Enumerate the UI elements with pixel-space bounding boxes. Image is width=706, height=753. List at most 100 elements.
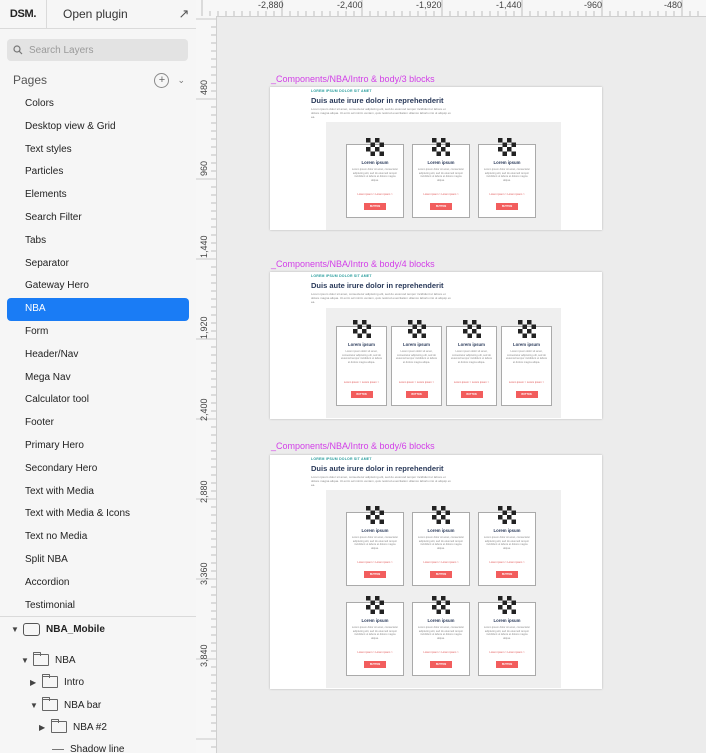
card-button[interactable]: BUTTON	[515, 391, 538, 398]
ruler-ticks	[196, 18, 216, 748]
page-item-particles[interactable]: Particles	[7, 161, 189, 184]
card-links[interactable]: Lorem ipsum > Lorem ipsum >	[413, 651, 469, 654]
page-item-secondary-hero[interactable]: Secondary Hero	[7, 458, 189, 481]
page-item-text-with-media[interactable]: Text with Media	[7, 481, 189, 504]
card-title: Lorem ipsum	[403, 342, 430, 347]
card-links[interactable]: Lorem ipsum > Lorem ipsum >	[479, 561, 535, 564]
card-links[interactable]: Lorem ipsum > Lorem ipsum >	[502, 381, 551, 384]
nba-card[interactable]: Lorem ipsum Lorem ipsum dolor sit amet, c…	[391, 320, 442, 406]
page-item-nba[interactable]: NBA	[7, 298, 189, 321]
layer-intro[interactable]: ▶ Intro	[30, 672, 84, 692]
page-item-mega-nav[interactable]: Mega Nav	[7, 367, 189, 390]
nba-card[interactable]: Lorem ipsum Lorem ipsum dolor sit amet, c…	[478, 138, 536, 218]
placeholder-image-icon	[517, 320, 536, 338]
nba-card[interactable]: Lorem ipsum Lorem ipsum dolor sit amet, c…	[346, 506, 404, 586]
page-list: Colors Desktop view & Grid Text styles Part…	[7, 93, 189, 617]
page-item-search-filter[interactable]: Search Filter	[7, 207, 189, 230]
card-button[interactable]: BUTTON	[364, 661, 386, 668]
card-title: Lorem ipsum	[493, 528, 521, 533]
card-button[interactable]: BUTTON	[430, 661, 452, 668]
search-layers-input[interactable]	[29, 44, 179, 56]
search-layers-box[interactable]	[7, 39, 188, 61]
disclosure-triangle-icon[interactable]: ▼	[30, 701, 42, 710]
external-arrow-icon[interactable]: ↗	[172, 6, 196, 22]
card-button[interactable]: BUTTON	[364, 571, 386, 578]
page-item-footer[interactable]: Footer	[7, 412, 189, 435]
page-item-text-styles[interactable]: Text styles	[7, 139, 189, 162]
page-item-colors[interactable]: Colors	[7, 93, 189, 116]
layer-nba[interactable]: ▼ NBA	[21, 650, 76, 670]
nba-card[interactable]: Lorem ipsum Lorem ipsum dolor sit amet, c…	[478, 506, 536, 586]
card-button[interactable]: BUTTON	[496, 571, 518, 578]
artboard-title[interactable]: _Components/NBA/Intro & body/6 blocks	[271, 441, 435, 451]
artboard[interactable]: LOREM IPSUM DOLOR SIT AMET Duis aute irur…	[270, 87, 602, 230]
artboard-title[interactable]: _Components/NBA/Intro & body/4 blocks	[271, 259, 435, 269]
design-canvas[interactable]: _Components/NBA/Intro & body/3 blocks LOR…	[217, 17, 706, 753]
page-item-text-with-media-icons[interactable]: Text with Media & Icons	[7, 503, 189, 526]
page-item-desktop-view-grid[interactable]: Desktop view & Grid	[7, 116, 189, 139]
artboard-heading: Duis aute irure dolor in reprehenderit	[311, 281, 444, 290]
page-item-header-nav[interactable]: Header/Nav	[7, 344, 189, 367]
card-text: Lorem ipsum dolor sit amet, consectetur …	[483, 536, 531, 550]
page-item-accordion[interactable]: Accordion	[7, 572, 189, 595]
nba-card[interactable]: Lorem ipsum Lorem ipsum dolor sit amet, c…	[412, 596, 470, 676]
page-item-elements[interactable]: Elements	[7, 184, 189, 207]
page-item-testimonial[interactable]: Testimonial	[7, 595, 189, 618]
layer-nba-2[interactable]: ▶ NBA #2	[39, 717, 107, 737]
card-button[interactable]: BUTTON	[350, 391, 373, 398]
card-links[interactable]: Lorem ipsum > Lorem ipsum >	[347, 561, 403, 564]
page-item-split-nba[interactable]: Split NBA	[7, 549, 189, 572]
ruler-label: -960	[584, 0, 603, 10]
card-button[interactable]: BUTTON	[496, 661, 518, 668]
page-item-gateway-hero[interactable]: Gateway Hero	[7, 275, 189, 298]
card-links[interactable]: Lorem ipsum > Lorem ipsum >	[347, 193, 403, 196]
card-links[interactable]: Lorem ipsum > Lorem ipsum >	[413, 561, 469, 564]
card-links[interactable]: Lorem ipsum > Lorem ipsum >	[347, 651, 403, 654]
open-plugin-link[interactable]: Open plugin	[47, 7, 172, 21]
disclosure-triangle-icon[interactable]: ▼	[11, 625, 23, 634]
page-item-separator[interactable]: Separator	[7, 253, 189, 276]
nba-card[interactable]: Lorem ipsum Lorem ipsum dolor sit amet, c…	[336, 320, 387, 406]
nba-card[interactable]: Lorem ipsum Lorem ipsum dolor sit amet, c…	[501, 320, 552, 406]
add-page-icon[interactable]: +	[154, 72, 170, 88]
layer-nba-mobile[interactable]: ▼ NBA_Mobile	[11, 619, 105, 639]
card-button[interactable]: BUTTON	[496, 203, 518, 210]
disclosure-triangle-icon[interactable]: ▶	[30, 678, 42, 687]
ruler-horizontal[interactable]: -2,880 -2,400 -1,920 -1,440 -960 -480	[196, 0, 706, 17]
card-links[interactable]: Lorem ipsum > Lorem ipsum >	[479, 193, 535, 196]
nba-card[interactable]: Lorem ipsum Lorem ipsum dolor sit amet, c…	[346, 138, 404, 218]
nba-card[interactable]: Lorem ipsum Lorem ipsum dolor sit amet, c…	[412, 506, 470, 586]
page-item-text-no-media[interactable]: Text no Media	[7, 526, 189, 549]
card-button[interactable]: BUTTON	[430, 203, 452, 210]
ruler-vertical[interactable]: 480 960 1,440 1,920 2,400 2,880 3,360 3,…	[196, 16, 217, 753]
artboard-title[interactable]: _Components/NBA/Intro & body/3 blocks	[271, 74, 435, 84]
card-links[interactable]: Lorem ipsum > Lorem ipsum >	[447, 381, 496, 384]
disclosure-triangle-icon[interactable]: ▼	[21, 656, 33, 665]
artboard-body-text: Lorem ipsum dolor sit amet, consectetur …	[311, 292, 451, 304]
card-links[interactable]: Lorem ipsum > Lorem ipsum >	[337, 381, 386, 384]
artboard[interactable]: LOREM IPSUM DOLOR SIT AMET Duis aute irur…	[270, 272, 602, 419]
artboard[interactable]: LOREM IPSUM DOLOR SIT AMET Duis aute irur…	[270, 455, 602, 689]
nba-card[interactable]: Lorem ipsum Lorem ipsum dolor sit amet, c…	[446, 320, 497, 406]
disclosure-triangle-icon[interactable]: ▶	[39, 723, 51, 732]
placeholder-image-icon	[432, 596, 450, 614]
page-item-calculator-tool[interactable]: Calculator tool	[7, 389, 189, 412]
nba-card[interactable]: Lorem ipsum Lorem ipsum dolor sit amet, c…	[346, 596, 404, 676]
nba-card[interactable]: Lorem ipsum Lorem ipsum dolor sit amet, c…	[478, 596, 536, 676]
dsm-logo[interactable]: DSM.	[0, 0, 47, 28]
card-links[interactable]: Lorem ipsum > Lorem ipsum >	[479, 651, 535, 654]
layer-nba-bar[interactable]: ▼ NBA bar	[30, 695, 101, 715]
page-item-primary-hero[interactable]: Primary Hero	[7, 435, 189, 458]
card-button[interactable]: BUTTON	[364, 203, 386, 210]
chevron-down-icon[interactable]: ⌄	[177, 75, 185, 86]
card-button[interactable]: BUTTON	[460, 391, 483, 398]
nba-card[interactable]: Lorem ipsum Lorem ipsum dolor sit amet, c…	[412, 138, 470, 218]
page-item-form[interactable]: Form	[7, 321, 189, 344]
card-links[interactable]: Lorem ipsum > Lorem ipsum >	[413, 193, 469, 196]
card-text: Lorem ipsum dolor sit amet, consectetur …	[417, 626, 465, 640]
card-button[interactable]: BUTTON	[430, 571, 452, 578]
page-item-tabs[interactable]: Tabs	[7, 230, 189, 253]
card-links[interactable]: Lorem ipsum > Lorem ipsum >	[392, 381, 441, 384]
card-button[interactable]: BUTTON	[405, 391, 428, 398]
layer-shadow-line[interactable]: Shadow line	[52, 739, 124, 753]
